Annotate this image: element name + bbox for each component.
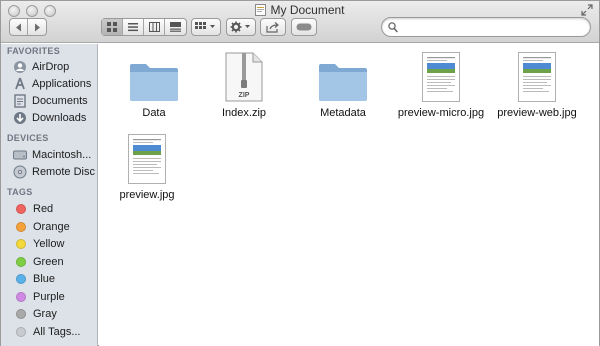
- back-forward-control: [9, 18, 47, 36]
- sidebar-item-label: Orange: [33, 220, 70, 233]
- sidebar-item-label: AirDrop: [32, 61, 70, 73]
- sidebar-tag-blue[interactable]: Blue: [13, 271, 55, 287]
- share-icon: [266, 22, 279, 33]
- sidebar-item-label: All Tags...: [33, 325, 81, 338]
- tags-heading: TAGS: [7, 187, 33, 197]
- sidebar-item-label: Green: [33, 255, 64, 268]
- sidebar-tag-yellow[interactable]: Yellow: [13, 236, 64, 252]
- tag-pill-icon: [296, 23, 312, 31]
- tag-color-dot-icon: [16, 239, 26, 249]
- image-thumbnail-icon: [128, 134, 166, 184]
- fullscreen-icon[interactable]: [581, 4, 593, 16]
- tag-color-dot-icon: [16, 274, 26, 284]
- image-thumbnail-icon: [422, 52, 460, 102]
- edit-tags-button[interactable]: [291, 18, 317, 36]
- tag-color-dot-icon: [16, 204, 26, 214]
- sidebar-item-label: Downloads: [32, 112, 87, 124]
- disc-icon: [13, 165, 27, 179]
- airdrop-icon: [13, 60, 27, 74]
- sidebar-item-remote-disc[interactable]: Remote Disc: [13, 164, 95, 180]
- window-title: My Document: [270, 3, 345, 17]
- file-item-data[interactable]: Data: [108, 50, 200, 119]
- sidebar-item-downloads[interactable]: Downloads: [13, 110, 86, 126]
- image-thumbnail-icon: [518, 52, 556, 102]
- finder-window: My Document FAVORITES AirDrop Applicatio…: [0, 0, 600, 346]
- sidebar-item-label: Remote Disc: [32, 166, 95, 178]
- file-item-metadata[interactable]: Metadata: [297, 50, 389, 119]
- file-item-preview-micro[interactable]: preview-micro.jpg: [395, 50, 487, 119]
- file-name: Metadata: [320, 107, 366, 119]
- file-item-index-zip[interactable]: ZIP Index.zip: [198, 50, 290, 119]
- zip-archive-icon: ZIP: [225, 52, 263, 102]
- search-icon: [388, 22, 398, 33]
- applications-icon: [13, 77, 27, 91]
- gear-icon: [230, 21, 250, 33]
- sidebar-item-applications[interactable]: Applications: [13, 76, 91, 92]
- tag-color-dot-icon: [16, 221, 26, 232]
- icon-view-icon[interactable]: [102, 19, 124, 35]
- file-name: preview.jpg: [119, 189, 175, 201]
- search-input[interactable]: [402, 20, 582, 34]
- file-item-preview-web[interactable]: preview-web.jpg: [491, 50, 583, 119]
- sidebar-tag-purple[interactable]: Purple: [13, 289, 65, 305]
- share-button[interactable]: [260, 18, 286, 36]
- sidebar-item-label: Yellow: [33, 238, 65, 250]
- hard-drive-icon: [13, 148, 27, 162]
- file-name: preview-micro.jpg: [397, 107, 485, 119]
- documents-icon: [13, 94, 27, 108]
- tag-color-dot-icon: [16, 309, 26, 319]
- sidebar-tag-red[interactable]: Red: [13, 201, 53, 217]
- sidebar-tag-orange[interactable]: Orange: [13, 219, 70, 235]
- sidebar-item-label: Applications: [32, 78, 92, 90]
- document-icon: [255, 4, 267, 16]
- folder-icon: [130, 64, 178, 101]
- tag-color-dot-icon: [16, 256, 26, 267]
- arrange-grid-icon: [195, 22, 215, 29]
- sidebar-tag-all-tags[interactable]: All Tags...: [13, 324, 81, 340]
- search-field[interactable]: [381, 17, 591, 37]
- cover-flow-icon[interactable]: [165, 19, 186, 35]
- sidebar-item-documents[interactable]: Documents: [13, 93, 88, 109]
- zip-badge: ZIP: [239, 92, 250, 99]
- folder-icon: [319, 64, 367, 101]
- window-title-bar: My Document: [1, 3, 599, 17]
- sidebar-item-airdrop[interactable]: AirDrop: [13, 59, 69, 75]
- downloads-icon: [13, 111, 27, 125]
- view-mode-control: [101, 18, 187, 36]
- tag-color-dot-icon: [16, 326, 26, 337]
- file-name: Index.zip: [221, 107, 267, 119]
- file-name: preview-web.jpg: [497, 107, 577, 119]
- file-name: Data: [142, 107, 166, 119]
- devices-heading: DEVICES: [7, 133, 49, 143]
- toolbar: My Document: [1, 1, 599, 43]
- forward-arrow-icon[interactable]: [28, 19, 46, 35]
- tag-color-dot-icon: [16, 291, 26, 302]
- sidebar-tag-gray[interactable]: Gray: [13, 306, 57, 322]
- sidebar-tag-green[interactable]: Green: [13, 254, 64, 270]
- action-button[interactable]: [226, 18, 256, 36]
- back-arrow-icon[interactable]: [10, 19, 28, 35]
- sidebar-item-label: Documents: [32, 95, 88, 107]
- column-view-icon[interactable]: [144, 19, 166, 35]
- favorites-heading: FAVORITES: [7, 46, 61, 56]
- sidebar-item-macintosh-hd[interactable]: Macintosh...: [13, 147, 91, 163]
- file-item-preview[interactable]: preview.jpg: [101, 132, 193, 201]
- sidebar-item-label: Purple: [33, 290, 65, 303]
- list-view-icon[interactable]: [123, 19, 145, 35]
- file-browser-content: Data ZIP Index.zip Metadata preview-micr…: [99, 44, 599, 346]
- sidebar-item-label: Red: [33, 203, 54, 215]
- sidebar-item-label: Macintosh...: [32, 149, 92, 161]
- sidebar-item-label: Blue: [33, 273, 56, 285]
- sidebar-item-label: Gray: [33, 308, 57, 320]
- arrange-button[interactable]: [191, 18, 221, 36]
- sidebar: FAVORITES AirDrop Applications Documents…: [1, 44, 98, 346]
